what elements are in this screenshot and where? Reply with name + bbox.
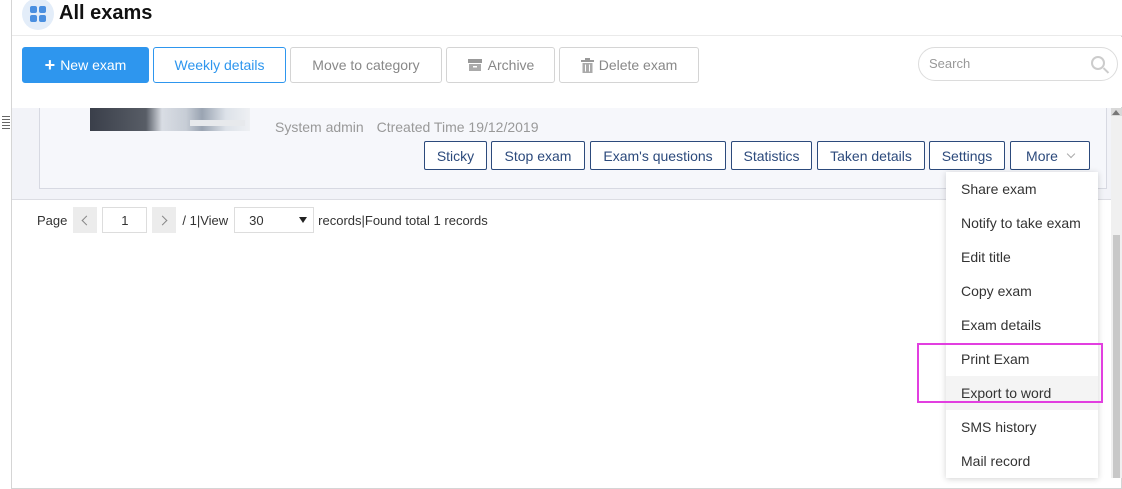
exam-created-time: Ctreated Time 19/12/2019: [376, 119, 539, 135]
weekly-details-label: Weekly details: [174, 57, 265, 73]
records-text: records|Found total 1 records: [318, 212, 488, 228]
settings-button[interactable]: Settings: [929, 141, 1005, 170]
page-title: All exams: [59, 2, 153, 24]
search-icon[interactable]: [1091, 56, 1105, 70]
splitter-grip-icon[interactable]: [2, 116, 10, 130]
prev-page-button[interactable]: [73, 207, 98, 233]
pagination: Page / 1|View 30 records|Found total 1 r…: [37, 206, 488, 234]
chevron-left-icon: [81, 215, 92, 225]
exam-author: System admin: [275, 119, 364, 135]
trash-icon: [580, 57, 594, 73]
menu-item-sms-history[interactable]: SMS history: [946, 410, 1098, 444]
menu-item-share-exam[interactable]: Share exam: [946, 172, 1098, 206]
taken-details-button[interactable]: Taken details: [817, 141, 925, 170]
page-label: Page: [37, 212, 68, 228]
exam-thumbnail[interactable]: [90, 108, 250, 131]
menu-item-notify[interactable]: Notify to take exam: [946, 206, 1098, 240]
move-to-category-button[interactable]: Move to category: [290, 47, 442, 83]
new-exam-label: New exam: [60, 57, 127, 73]
page-total-text: / 1|View: [182, 212, 229, 228]
exam-questions-button[interactable]: Exam's questions: [590, 141, 726, 170]
next-page-button[interactable]: [152, 207, 177, 233]
archive-label: Archive: [487, 57, 535, 73]
page-size-value: 30: [249, 212, 264, 228]
menu-item-mail-record[interactable]: Mail record: [946, 444, 1098, 478]
more-button[interactable]: More: [1010, 141, 1090, 170]
page-number-input[interactable]: [102, 207, 148, 233]
menu-item-exam-details[interactable]: Exam details: [946, 308, 1098, 342]
new-exam-button[interactable]: + New exam: [22, 47, 149, 83]
archive-button[interactable]: Archive: [446, 47, 555, 83]
search-input[interactable]: [929, 56, 1089, 71]
statistics-button[interactable]: Statistics: [731, 141, 812, 170]
chevron-right-icon: [157, 215, 168, 225]
archive-icon: [467, 59, 482, 71]
sticky-button[interactable]: Sticky: [424, 141, 487, 170]
menu-item-edit-title[interactable]: Edit title: [946, 240, 1098, 274]
search-box[interactable]: [918, 47, 1118, 81]
delete-exam-label: Delete exam: [598, 57, 678, 73]
scrollbar-thumb[interactable]: [1113, 235, 1120, 478]
plus-icon: +: [44, 55, 56, 75]
page-size-select[interactable]: 30: [234, 207, 315, 233]
exam-meta: System admin Ctreated Time 19/12/2019: [275, 119, 547, 135]
scroll-up-icon[interactable]: [1112, 110, 1120, 115]
stop-exam-button[interactable]: Stop exam: [491, 141, 585, 170]
chevron-down-icon: [1066, 149, 1076, 158]
annotation-highlight: [917, 343, 1103, 403]
more-dropdown-menu: Share exam Notify to take exam Edit titl…: [946, 172, 1098, 478]
move-to-category-label: Move to category: [312, 57, 420, 73]
menu-item-copy-exam[interactable]: Copy exam: [946, 274, 1098, 308]
page-header: [12, 0, 1122, 36]
caret-down-icon: [299, 217, 308, 223]
more-label: More: [1026, 147, 1058, 164]
delete-exam-button[interactable]: Delete exam: [559, 47, 699, 83]
weekly-details-button[interactable]: Weekly details: [153, 47, 286, 83]
